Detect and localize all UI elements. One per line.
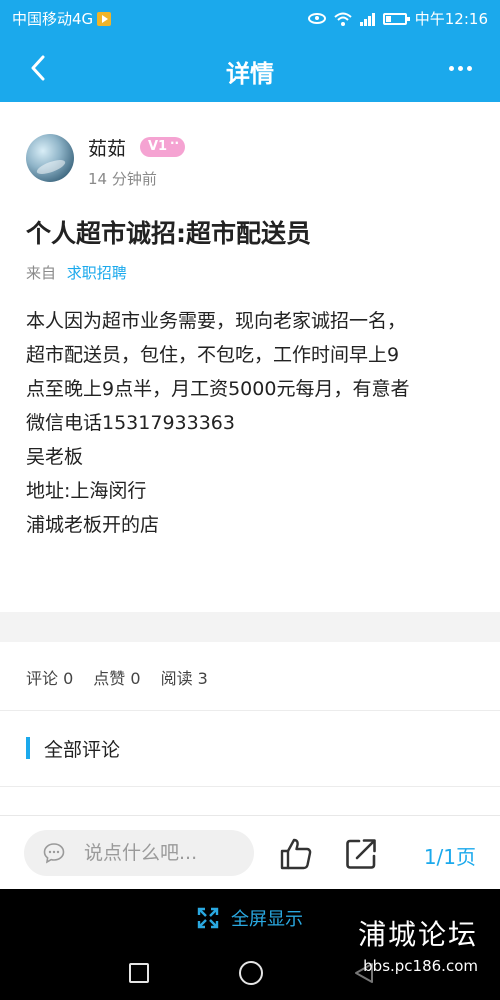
share-icon — [346, 839, 376, 869]
post-source: 来自 求职招聘 — [26, 262, 127, 283]
body-line: 浦城老板开的店 — [26, 514, 160, 536]
post-time: 14 分钟前 — [88, 170, 157, 188]
post-body: 本人因为超市业务需要，现向老家诚招一名， 超市配送员，包住，不包吃，工作时间早上… — [26, 304, 478, 542]
status-bar: 中国移动4G 中午12:16 — [0, 0, 500, 36]
watermark-name: 浦城论坛 — [357, 918, 478, 951]
thumbs-up-icon — [280, 838, 312, 870]
comment-input-box[interactable] — [24, 830, 254, 876]
body-line: 超市配送员，包住，不包吃，工作时间早上9 — [26, 344, 400, 366]
status-right: 中午12:16 — [307, 8, 488, 29]
body-line: 点至晚上9点半，月工资5000元每月，有意者 — [26, 378, 410, 400]
wifi-icon — [334, 12, 352, 26]
body-line: 吴老板 — [26, 446, 84, 468]
comment-count: 评论 0 — [26, 669, 74, 688]
post-stats: 评论 0 点赞 0 阅读 3 — [26, 665, 208, 689]
clock: 中午12:16 — [414, 10, 488, 28]
body-line: 地址:上海闵行 — [26, 480, 147, 502]
forum-watermark: 浦城论坛 bbs.pc186.com — [358, 913, 478, 975]
comment-bar: 1/1页 — [0, 815, 500, 889]
signal-icon — [359, 12, 375, 26]
post-title: 个人超市诚招:超市配送员 — [26, 219, 311, 248]
body-line: 本人因为超市业务需要，现向老家诚招一名， — [26, 310, 407, 332]
body-line: 微信电话15317933363 — [26, 412, 235, 434]
author-name[interactable]: 茹茹 — [88, 134, 126, 161]
recent-apps-button[interactable] — [129, 963, 149, 983]
section-accent-bar — [26, 737, 30, 759]
notification-app-icon — [97, 11, 112, 26]
nav-bar: 详情 — [0, 36, 500, 102]
eye-comfort-icon — [307, 13, 326, 24]
read-count: 阅读 3 — [160, 669, 208, 688]
level-badge: V1 — [140, 133, 186, 157]
source-forum-link[interactable]: 求职招聘 — [67, 264, 127, 282]
app-header: 中国移动4G 中午12:16 详情 — [0, 0, 500, 102]
system-nav-bar: 全屏显示 浦城论坛 bbs.pc186.com — [0, 889, 500, 1000]
page-title: 详情 — [226, 60, 274, 88]
more-options-button[interactable] — [438, 50, 482, 86]
chat-bubble-icon — [43, 843, 65, 864]
comments-title: 全部评论 — [44, 738, 121, 761]
like-button[interactable] — [278, 836, 314, 872]
comments-header: 全部评论 — [26, 737, 121, 761]
comment-input[interactable] — [84, 842, 234, 864]
status-left: 中国移动4G — [12, 8, 112, 29]
watermark-url: bbs.pc186.com — [363, 957, 478, 975]
like-count: 点赞 0 — [93, 669, 141, 688]
home-button[interactable] — [239, 961, 263, 985]
avatar[interactable] — [26, 134, 74, 182]
author-row: 茹茹 V1 14 分钟前 — [26, 132, 476, 192]
divider — [0, 710, 500, 711]
fullscreen-icon — [197, 907, 219, 929]
section-divider — [0, 612, 500, 642]
share-button[interactable] — [343, 836, 379, 872]
page-indicator[interactable]: 1/1页 — [424, 841, 476, 870]
source-prefix: 来自 — [26, 264, 57, 282]
carrier-label: 中国移动4G — [12, 10, 94, 28]
divider — [0, 786, 500, 787]
fullscreen-label: 全屏显示 — [231, 909, 303, 930]
battery-icon — [382, 12, 410, 25]
